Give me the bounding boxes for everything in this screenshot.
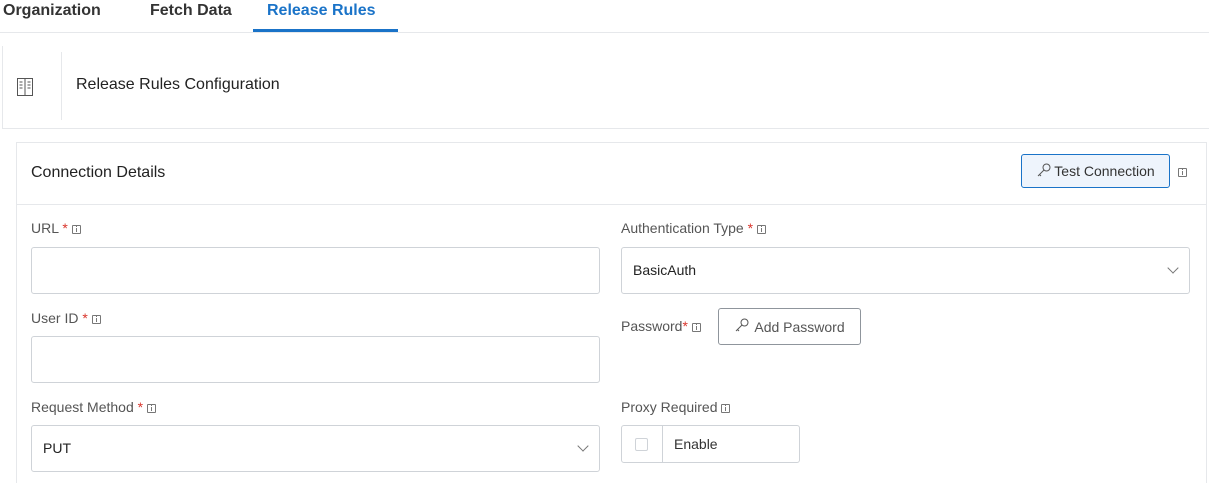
header-divider <box>61 52 62 120</box>
add-password-button[interactable]: Add Password <box>718 308 861 345</box>
test-connection-label: Test Connection <box>1054 163 1155 179</box>
request-method-label: Request Method * <box>31 399 156 415</box>
auth-type-label: Authentication Type * <box>621 220 766 236</box>
info-icon[interactable] <box>91 314 101 324</box>
key-icon <box>1036 162 1052 181</box>
panel-title: Connection Details <box>31 164 166 181</box>
proxy-enable-toggle[interactable]: Enable <box>621 425 800 463</box>
password-label: Password* <box>621 318 701 334</box>
request-method-value: PUT <box>43 440 71 456</box>
book-icon <box>17 78 33 96</box>
chevron-down-icon <box>577 440 589 452</box>
page-header: Release Rules Configuration <box>2 46 1209 129</box>
info-icon[interactable] <box>756 224 766 234</box>
key-icon <box>734 317 750 336</box>
proxy-required-label: Proxy Required <box>621 399 731 415</box>
url-input[interactable] <box>31 247 600 294</box>
tab-bar: Organization Fetch Data Release Rules <box>0 0 1209 33</box>
info-icon[interactable] <box>146 403 156 413</box>
tab-fetch-data[interactable]: Fetch Data <box>150 2 232 20</box>
info-icon[interactable] <box>691 322 701 332</box>
user-id-input[interactable] <box>31 336 600 383</box>
page-title: Release Rules Configuration <box>76 76 280 93</box>
active-tab-indicator <box>253 29 398 32</box>
auth-type-value: BasicAuth <box>633 262 697 278</box>
info-icon[interactable] <box>71 224 81 234</box>
add-password-label: Add Password <box>754 318 845 335</box>
panel-header: Connection Details Test Connection <box>17 143 1206 205</box>
proxy-enable-checkbox[interactable] <box>635 438 648 451</box>
auth-type-select[interactable]: BasicAuth <box>621 247 1190 294</box>
toggle-divider <box>662 426 663 462</box>
info-icon[interactable] <box>1178 168 1187 177</box>
tab-organization[interactable]: Organization <box>3 2 101 20</box>
info-icon[interactable] <box>721 403 731 413</box>
tab-release-rules[interactable]: Release Rules <box>267 2 376 20</box>
test-connection-button[interactable]: Test Connection <box>1021 154 1170 188</box>
url-label: URL * <box>31 220 81 236</box>
proxy-enable-label: Enable <box>674 436 718 452</box>
chevron-down-icon <box>1167 262 1179 274</box>
user-id-label: User ID * <box>31 310 101 326</box>
request-method-select[interactable]: PUT <box>31 425 600 472</box>
